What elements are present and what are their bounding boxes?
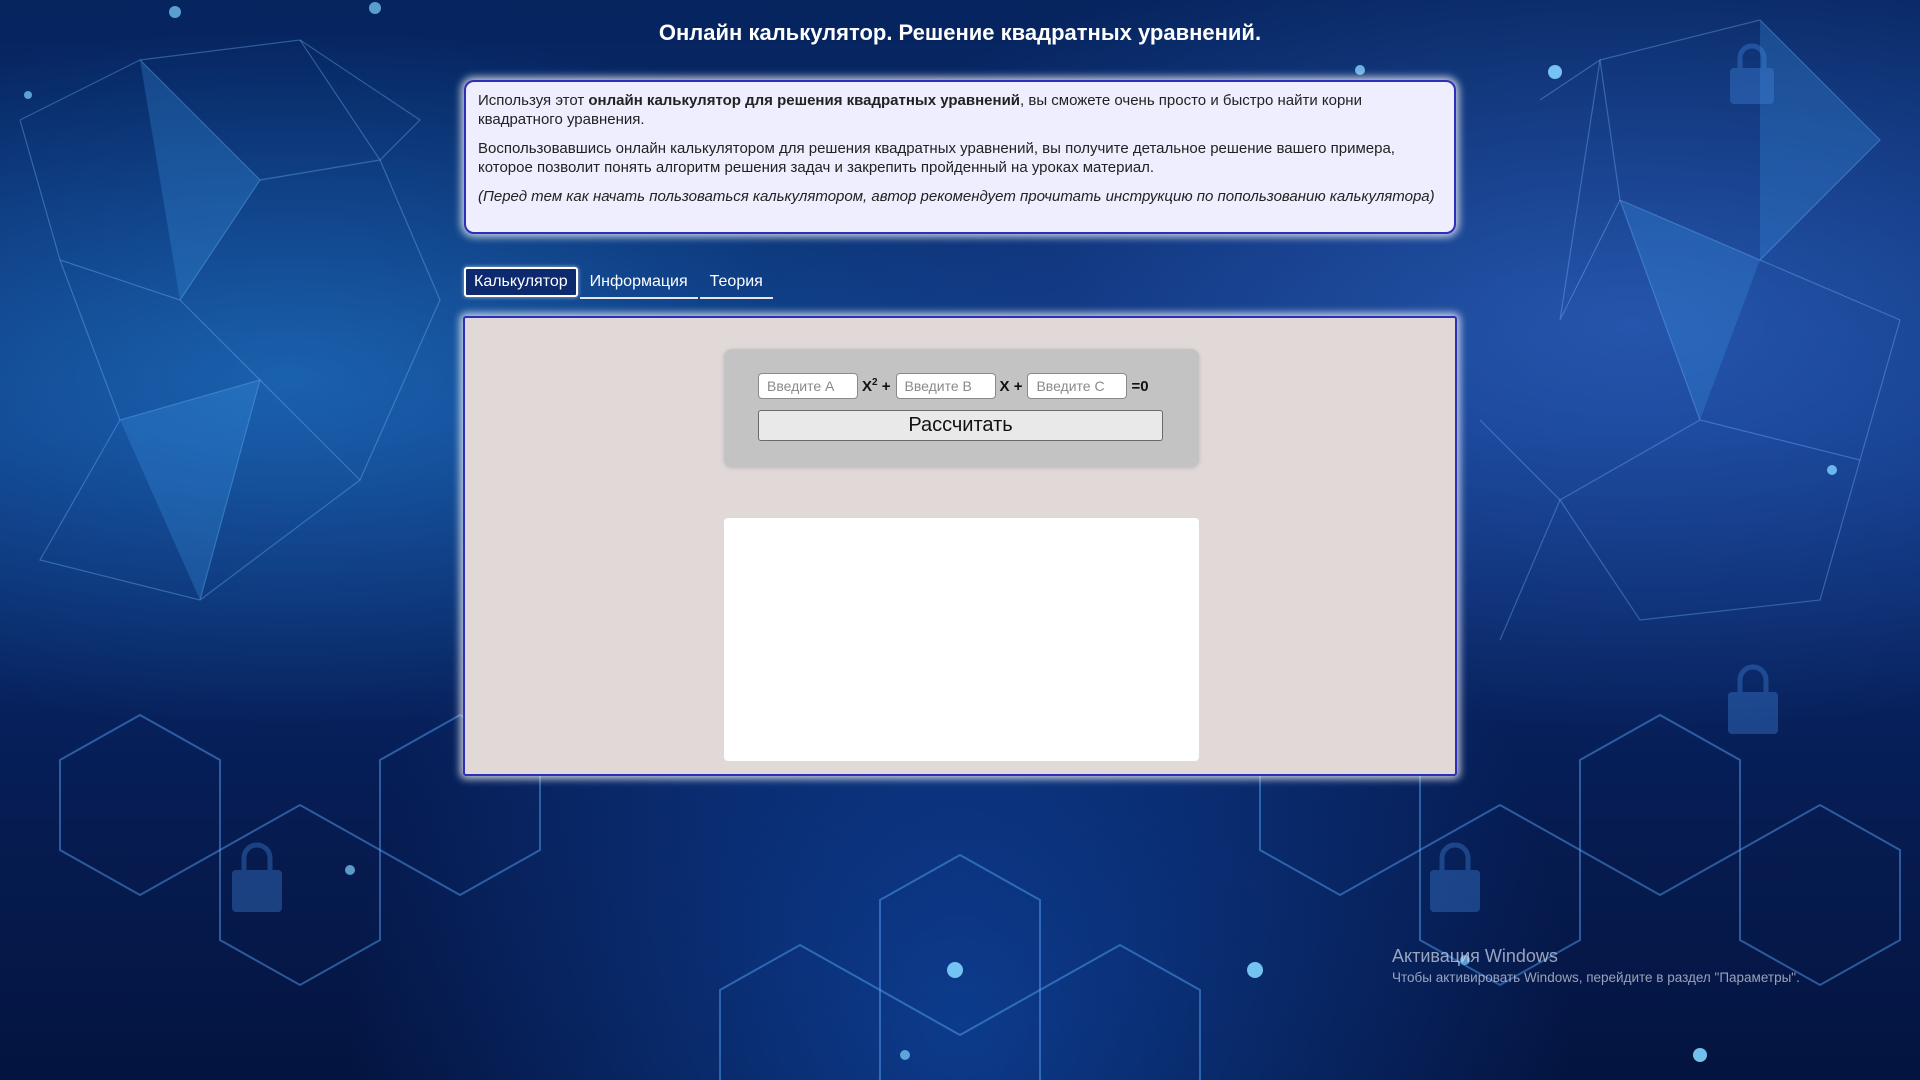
intro-p1-bold: онлайн калькулятор для решения квадратны… [588, 92, 1021, 109]
x2-power: 2 [872, 377, 878, 388]
x-plus-label: X + [999, 377, 1023, 395]
equation-form: X2 + X + =0 Рассчитать [724, 349, 1199, 467]
calculate-button[interactable]: Рассчитать [758, 410, 1163, 441]
tab-information[interactable]: Информация [579, 267, 698, 299]
result-area [724, 518, 1199, 761]
intro-description: Используя этот онлайн калькулятор для ре… [464, 80, 1456, 234]
equation-row: X2 + X + =0 [758, 373, 1154, 399]
tab-calculator[interactable]: Калькулятор [464, 267, 578, 297]
plus-sign: + [881, 378, 891, 395]
intro-paragraph-2: Воспользовавшись онлайн калькулятором дл… [478, 140, 1395, 176]
page-title: Онлайн калькулятор. Решение квадратных у… [658, 20, 1262, 45]
tab-bar: Калькулятор Информация Теория [464, 267, 775, 299]
intro-note: (Перед тем как начать пользоваться кальк… [478, 188, 1435, 205]
activation-subtitle: Чтобы активировать Windows, перейдите в … [1392, 970, 1800, 985]
windows-activation-watermark: Активация Windows Чтобы активировать Win… [1392, 946, 1800, 985]
coefficient-c-input[interactable] [1027, 373, 1128, 399]
calculator-panel: X2 + X + =0 Рассчитать [463, 316, 1457, 776]
coefficient-a-input[interactable] [758, 373, 858, 399]
tab-theory[interactable]: Теория [699, 267, 773, 299]
activation-title: Активация Windows [1392, 946, 1558, 966]
x2-symbol: X [862, 378, 873, 395]
equals-zero-label: =0 [1131, 377, 1149, 395]
coefficient-b-input[interactable] [895, 373, 996, 399]
intro-paragraph-1: Используя этот онлайн калькулятор для ре… [478, 91, 1442, 129]
x-squared-label: X2 + [862, 377, 891, 395]
intro-p1-before: Используя этот [478, 92, 589, 109]
